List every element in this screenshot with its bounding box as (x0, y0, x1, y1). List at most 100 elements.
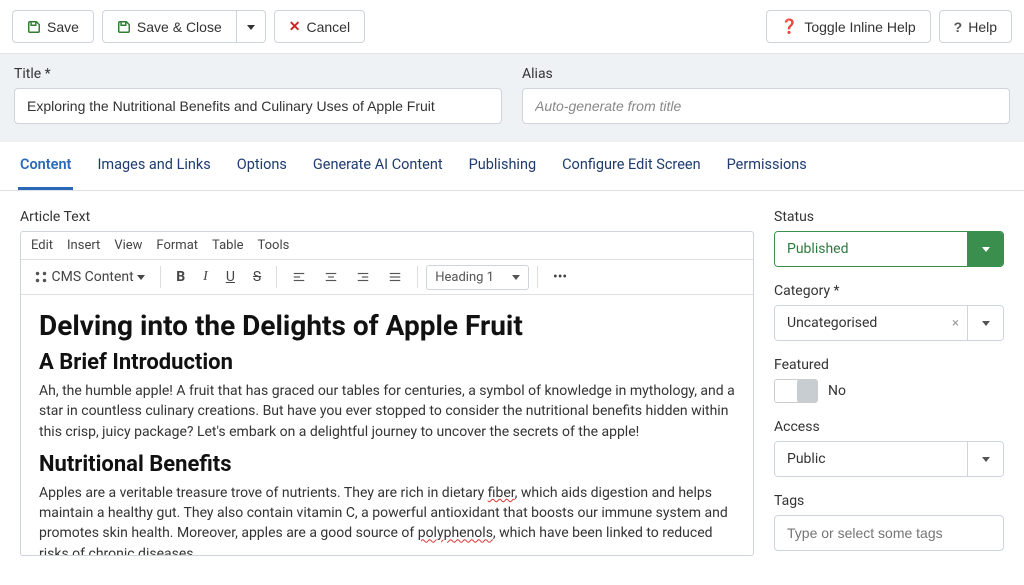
access-label: Access (774, 419, 1004, 435)
chevron-down-icon (982, 315, 990, 331)
article-p1: Ah, the humble apple! A fruit that has g… (39, 381, 735, 442)
menu-format[interactable]: Format (156, 238, 198, 253)
access-caret[interactable] (967, 442, 1003, 476)
save-icon (117, 20, 131, 34)
article-h2-benefits: Nutritional Benefits (39, 452, 735, 477)
article-p2: Apples are a veritable treasure trove of… (39, 483, 735, 555)
separator (276, 266, 277, 288)
chevron-down-icon (137, 269, 145, 285)
category-caret[interactable] (967, 306, 1003, 340)
save-close-group: Save & Close (102, 10, 266, 43)
status-label: Status (774, 209, 1004, 225)
strike-button[interactable]: S (246, 264, 268, 290)
tab-publishing[interactable]: Publishing (467, 142, 538, 190)
block-format-select[interactable]: Heading 1 (426, 265, 529, 290)
save-close-label: Save & Close (137, 19, 222, 35)
featured-field: Featured No (774, 357, 1004, 403)
featured-label: Featured (774, 357, 1004, 373)
status-value: Published (775, 232, 967, 266)
tags-field: Tags (774, 493, 1004, 551)
menu-view[interactable]: View (114, 238, 142, 253)
category-label: Category * (774, 283, 1004, 299)
category-field: Category * Uncategorised × (774, 283, 1004, 341)
separator (537, 266, 538, 288)
action-toolbar: Save Save & Close ✕ Cancel ❓ Toggle Inli… (0, 0, 1024, 54)
bold-button[interactable]: B (169, 264, 192, 290)
title-label: Title * (14, 66, 502, 82)
save-close-caret[interactable] (237, 10, 266, 43)
article-h1: Delving into the Delights of Apple Fruit (39, 309, 735, 342)
header-fields: Title * Alias (0, 54, 1024, 142)
tab-configure-edit[interactable]: Configure Edit Screen (560, 142, 702, 190)
access-field: Access Public (774, 419, 1004, 477)
editor-body[interactable]: Delving into the Delights of Apple Fruit… (21, 295, 753, 555)
featured-toggle-wrap: No (774, 379, 1004, 403)
save-label: Save (47, 19, 79, 35)
editor-wrap: Edit Insert View Format Table Tools CMS … (20, 231, 754, 556)
tags-label: Tags (774, 493, 1004, 509)
cancel-label: Cancel (306, 19, 350, 35)
menu-edit[interactable]: Edit (31, 238, 53, 253)
tab-images-links[interactable]: Images and Links (95, 142, 212, 190)
chevron-down-icon (982, 451, 990, 467)
editor-toolbar: CMS Content B I U S Heading 1 ••• (21, 260, 753, 295)
alias-label: Alias (522, 66, 1010, 82)
content-area: Article Text Edit Insert View Format Tab… (0, 191, 1024, 585)
status-select[interactable]: Published (774, 231, 1004, 267)
cms-content-button[interactable]: CMS Content (27, 264, 152, 290)
tab-generate-ai[interactable]: Generate AI Content (311, 142, 445, 190)
menu-tools[interactable]: Tools (258, 238, 290, 253)
align-center-button[interactable] (317, 265, 345, 289)
help-button[interactable]: ? Help (939, 10, 1012, 43)
status-caret[interactable] (967, 232, 1003, 266)
category-clear[interactable]: × (944, 306, 967, 340)
toolbar-left: Save Save & Close ✕ Cancel (12, 10, 365, 43)
status-field: Status Published (774, 209, 1004, 267)
chevron-down-icon (247, 19, 255, 35)
menu-insert[interactable]: Insert (67, 238, 100, 253)
alias-input[interactable] (522, 88, 1010, 124)
align-left-button[interactable] (285, 265, 313, 289)
toggle-help-label: Toggle Inline Help (804, 19, 915, 35)
question-circle-icon: ❓ (781, 18, 798, 35)
tab-permissions[interactable]: Permissions (725, 142, 809, 190)
help-label: Help (968, 19, 997, 35)
question-icon: ? (954, 19, 963, 35)
toggle-knob (797, 380, 817, 402)
cancel-button[interactable]: ✕ Cancel (274, 10, 365, 43)
more-button[interactable]: ••• (546, 264, 574, 290)
spell-polyphenols: polyphenols (418, 525, 493, 541)
toolbar-right: ❓ Toggle Inline Help ? Help (766, 10, 1012, 43)
underline-button[interactable]: U (219, 264, 242, 290)
joomla-icon (34, 270, 48, 284)
editor-menubar: Edit Insert View Format Table Tools (21, 232, 753, 260)
save-button[interactable]: Save (12, 10, 94, 43)
sidebar-column: Status Published Category * Uncategorise… (774, 209, 1004, 567)
alias-field: Alias (522, 66, 1010, 124)
featured-value: No (828, 383, 846, 399)
article-h2-intro: A Brief Introduction (39, 350, 735, 375)
article-text-label: Article Text (20, 209, 754, 225)
save-icon (27, 20, 41, 34)
tags-input[interactable] (774, 515, 1004, 551)
align-right-button[interactable] (349, 265, 377, 289)
italic-button[interactable]: I (196, 264, 215, 290)
menu-table[interactable]: Table (212, 238, 243, 253)
category-select[interactable]: Uncategorised × (774, 305, 1004, 341)
chevron-down-icon (982, 241, 990, 257)
access-select[interactable]: Public (774, 441, 1004, 477)
align-justify-button[interactable] (381, 265, 409, 289)
separator (160, 266, 161, 288)
toggle-help-button[interactable]: ❓ Toggle Inline Help (766, 10, 931, 43)
tab-options[interactable]: Options (235, 142, 289, 190)
close-icon: ✕ (289, 18, 301, 35)
featured-toggle[interactable] (774, 379, 818, 403)
editor-column: Article Text Edit Insert View Format Tab… (20, 209, 754, 567)
access-value: Public (775, 442, 967, 476)
tab-content[interactable]: Content (18, 142, 73, 190)
tabs: Content Images and Links Options Generat… (0, 142, 1024, 191)
category-value: Uncategorised (775, 306, 944, 340)
separator (417, 266, 418, 288)
title-input[interactable] (14, 88, 502, 124)
save-close-button[interactable]: Save & Close (102, 10, 237, 43)
